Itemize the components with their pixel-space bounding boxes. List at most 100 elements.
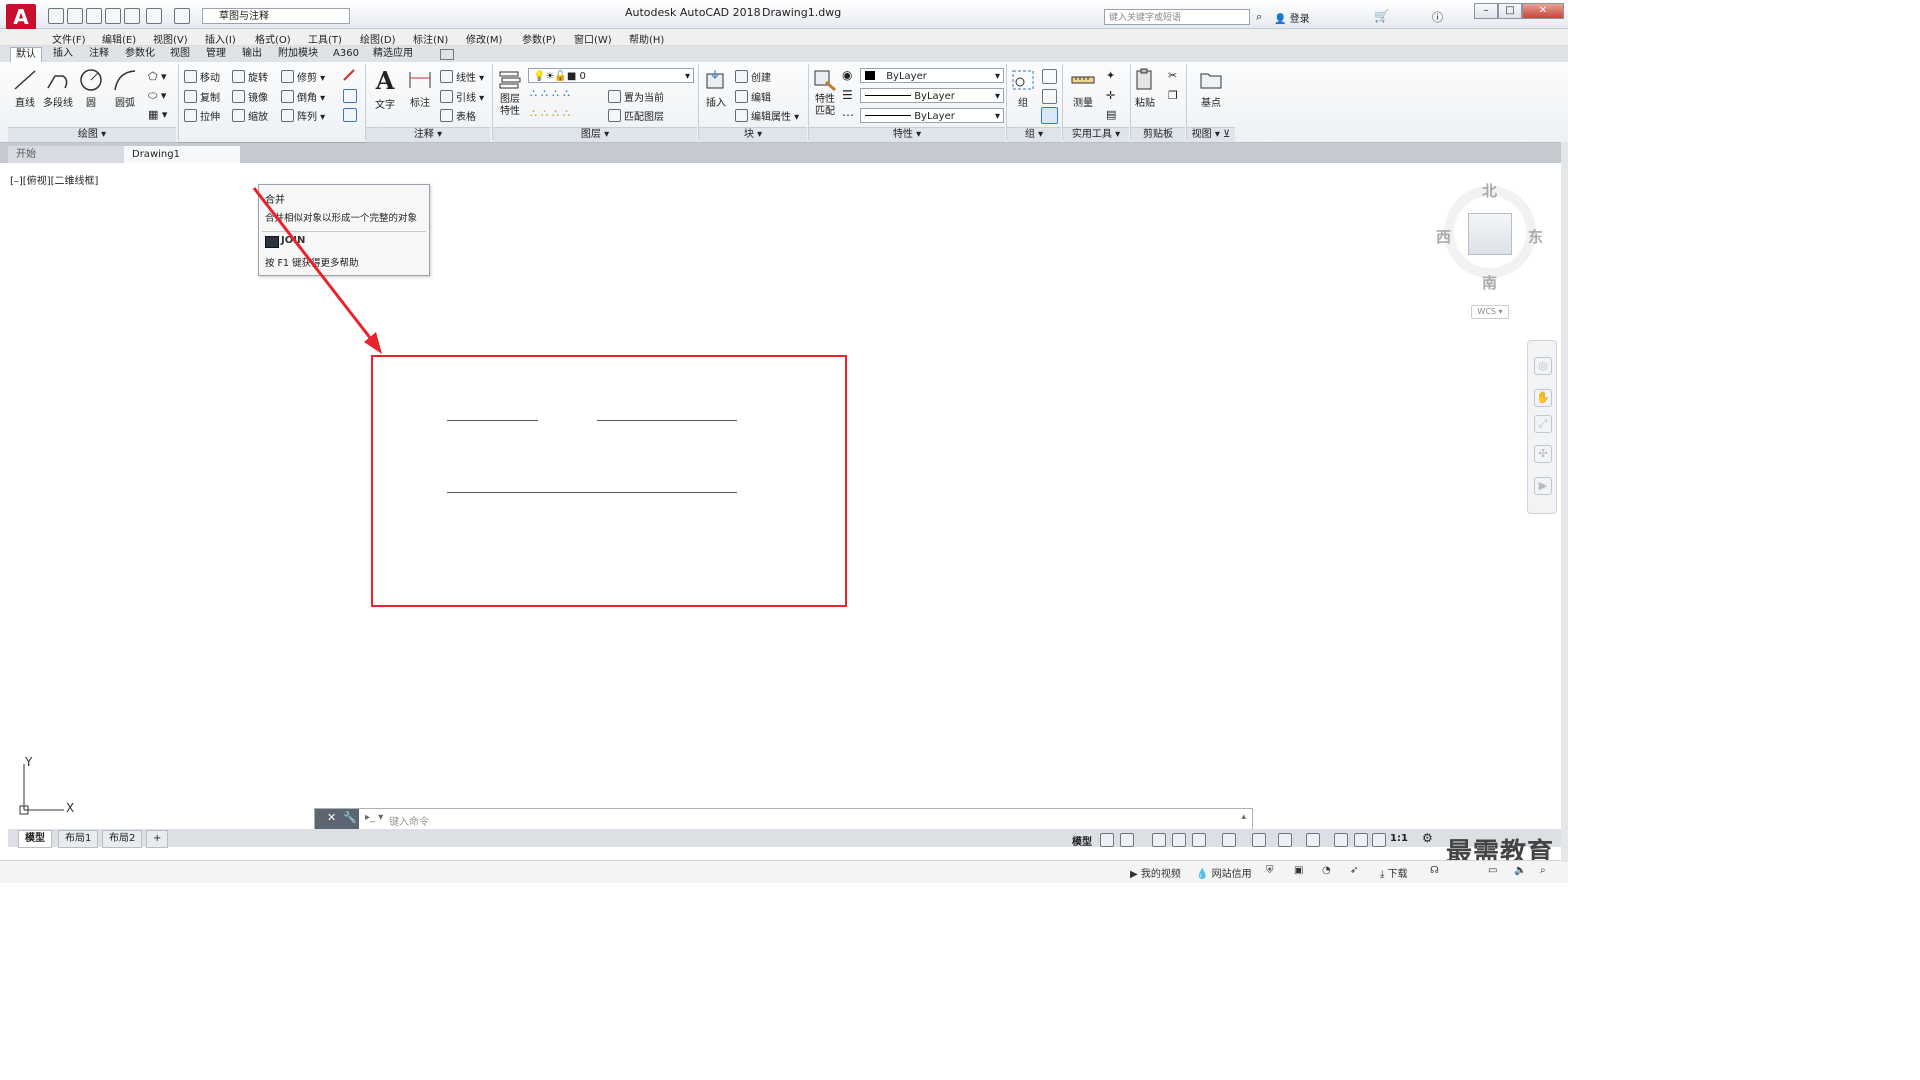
polyline-tool[interactable]: 多段线: [42, 68, 74, 109]
insert-block-tool[interactable]: 插入: [702, 68, 730, 109]
lineweight-select[interactable]: ByLayer ▾: [860, 108, 1004, 123]
polar-tracking-icon[interactable]: [1192, 833, 1206, 847]
tab-default[interactable]: 默认: [10, 47, 42, 62]
command-prompt-icon[interactable]: ▸_ ▾: [365, 812, 383, 823]
download-button[interactable]: ⤓ 下载: [1380, 865, 1408, 880]
layers-panel-label[interactable]: 图层 ▾: [493, 127, 697, 142]
open-file-icon[interactable]: [67, 8, 83, 24]
menu-view[interactable]: 视图(V): [153, 31, 188, 46]
compass-east[interactable]: 东: [1528, 226, 1543, 247]
match-layer-tool[interactable]: 匹配图层: [608, 108, 664, 123]
menu-help[interactable]: 帮助(H): [629, 31, 664, 46]
right-scrollbar[interactable]: [1561, 142, 1568, 862]
group-selection-icon[interactable]: [1041, 107, 1058, 124]
print-icon[interactable]: [124, 8, 140, 24]
shield-icon[interactable]: ⛨: [1266, 865, 1274, 876]
block-panel-label[interactable]: 块 ▾: [699, 127, 807, 142]
close-button[interactable]: ✕: [1522, 3, 1564, 19]
group-tool[interactable]: 组: [1010, 68, 1036, 109]
leader-tool[interactable]: 引线 ▾: [440, 89, 484, 104]
offset-icon[interactable]: [343, 108, 357, 122]
compass-south[interactable]: 南: [1482, 272, 1497, 293]
login-button[interactable]: 👤 登录: [1274, 10, 1310, 25]
polygon-icon[interactable]: ⬠ ▾: [148, 70, 167, 83]
tab-annotate[interactable]: 注释: [84, 47, 114, 61]
command-input[interactable]: 键入命令: [389, 813, 429, 828]
dimension-tool[interactable]: 标注: [404, 68, 436, 109]
save-icon[interactable]: [86, 8, 102, 24]
circle-tool[interactable]: 圆: [76, 68, 106, 109]
speed-icon[interactable]: ◔: [1322, 865, 1331, 876]
pan-icon[interactable]: ✋: [1534, 389, 1552, 407]
tab-addins[interactable]: 附加模块: [273, 47, 323, 61]
help-icon[interactable]: ⓘ: [1432, 9, 1443, 25]
workspace-select[interactable]: 草图与注释: [202, 8, 350, 24]
color-select[interactable]: ByLayer ▾: [860, 68, 1004, 83]
cad-line-segment[interactable]: [597, 420, 737, 421]
orbit-icon[interactable]: ✣: [1534, 445, 1552, 463]
copy-clipboard-icon[interactable]: ❐: [1168, 89, 1178, 102]
tab-drawing1[interactable]: Drawing1: [124, 146, 240, 163]
zoom-icon[interactable]: ⤢: [1534, 415, 1552, 433]
match-properties-tool[interactable]: 特性匹配: [811, 68, 839, 118]
id-point-icon[interactable]: ✛: [1106, 89, 1115, 102]
site-credit-button[interactable]: 💧 网站信用: [1196, 865, 1252, 880]
annotation-panel-label[interactable]: 注释 ▾: [366, 127, 490, 142]
menu-file[interactable]: 文件(F): [52, 31, 86, 46]
menu-tools[interactable]: 工具(T): [308, 31, 342, 46]
paste-tool[interactable]: 粘贴: [1132, 68, 1158, 109]
snap-icon[interactable]: [1120, 833, 1134, 847]
add-layout-button[interactable]: +: [146, 830, 169, 848]
menu-insert[interactable]: 插入(I): [205, 31, 236, 46]
calculator-icon[interactable]: ▤: [1106, 108, 1116, 121]
my-video-button[interactable]: ▶ 我的视频: [1130, 865, 1181, 880]
linetype-icon[interactable]: ⋯: [842, 108, 854, 122]
edit-block-tool[interactable]: 编辑: [735, 89, 771, 104]
workspace-gear-icon[interactable]: ⚙: [1422, 831, 1433, 845]
view-panel-label[interactable]: 视图 ▾ ⊻: [1187, 127, 1235, 142]
compass-north[interactable]: 北: [1482, 180, 1497, 201]
clipboard-panel-label[interactable]: 剪贴板: [1131, 127, 1185, 142]
cad-line-joined[interactable]: [447, 492, 737, 493]
linetype-select[interactable]: ByLayer ▾: [860, 88, 1004, 103]
menu-draw[interactable]: 绘图(D): [360, 31, 396, 46]
utilities-panel-label[interactable]: 实用工具 ▾: [1063, 127, 1129, 142]
showmotion-icon[interactable]: ▶: [1534, 477, 1552, 495]
color-wheel-icon[interactable]: ◉: [842, 68, 852, 82]
binoculars-icon[interactable]: ⌕: [1256, 10, 1262, 24]
redo-icon[interactable]: [174, 8, 190, 24]
cart-icon[interactable]: 🛒: [1374, 9, 1389, 23]
tab-output[interactable]: 输出: [237, 47, 267, 61]
tab-layout2[interactable]: 布局2: [102, 830, 143, 848]
command-line[interactable]: ✕ 🔧 ▸_ ▾ 键入命令 ▴: [314, 808, 1253, 830]
quick-select-icon[interactable]: ✦: [1106, 69, 1115, 82]
create-block-tool[interactable]: 创建: [735, 69, 771, 84]
tab-featured-apps[interactable]: 精选应用: [368, 47, 418, 61]
headset-icon[interactable]: ☊: [1430, 865, 1439, 876]
cad-line-segment[interactable]: [447, 420, 538, 421]
move-tool[interactable]: 移动: [184, 69, 220, 84]
layer-properties-tool[interactable]: 图层特性: [496, 68, 524, 118]
tab-insert[interactable]: 插入: [48, 47, 78, 61]
menu-format[interactable]: 格式(O): [255, 31, 291, 46]
annotation-scale-select[interactable]: 1:1: [1390, 833, 1408, 844]
mirror-tool[interactable]: 镜像: [232, 89, 268, 104]
measure-tool[interactable]: 测量: [1068, 68, 1098, 109]
table-tool[interactable]: 表格: [440, 108, 476, 123]
object-snap-icon[interactable]: [1252, 833, 1266, 847]
tab-layout1[interactable]: 布局1: [58, 830, 99, 848]
maximize-button[interactable]: □: [1498, 3, 1522, 19]
grid-icon[interactable]: [1100, 833, 1114, 847]
window-icon[interactable]: ▭: [1488, 865, 1497, 876]
new-file-icon[interactable]: [48, 8, 64, 24]
ortho-icon[interactable]: [1172, 833, 1186, 847]
selection-cycling-icon[interactable]: [1278, 833, 1292, 847]
stretch-tool[interactable]: 拉伸: [184, 108, 220, 123]
array-tool[interactable]: 阵列 ▾: [281, 108, 325, 123]
trim-tool[interactable]: 修剪 ▾: [281, 69, 325, 84]
lineweight-display-icon[interactable]: [1306, 833, 1320, 847]
scale-tool[interactable]: 缩放: [232, 108, 268, 123]
viewport-controls[interactable]: [–][俯视][二维线框]: [10, 172, 98, 187]
customize-wrench-icon[interactable]: 🔧: [343, 811, 357, 824]
minimize-button[interactable]: –: [1474, 3, 1498, 19]
